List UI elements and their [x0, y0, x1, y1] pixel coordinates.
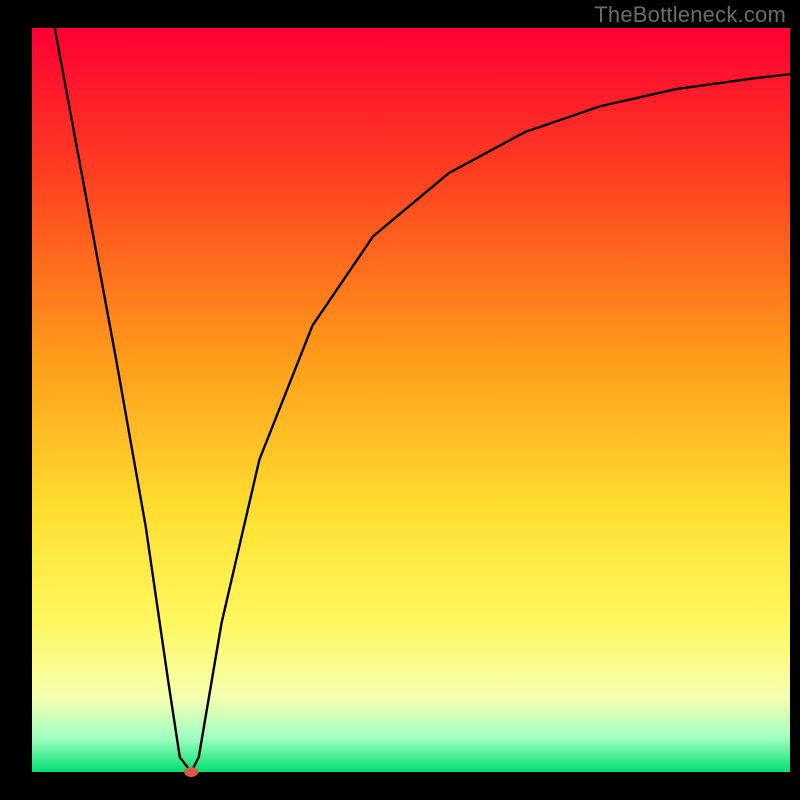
bottleneck-chart [0, 0, 800, 800]
optimum-marker [184, 767, 198, 777]
plot-background [32, 28, 790, 772]
chart-frame: TheBottleneck.com [0, 0, 800, 800]
